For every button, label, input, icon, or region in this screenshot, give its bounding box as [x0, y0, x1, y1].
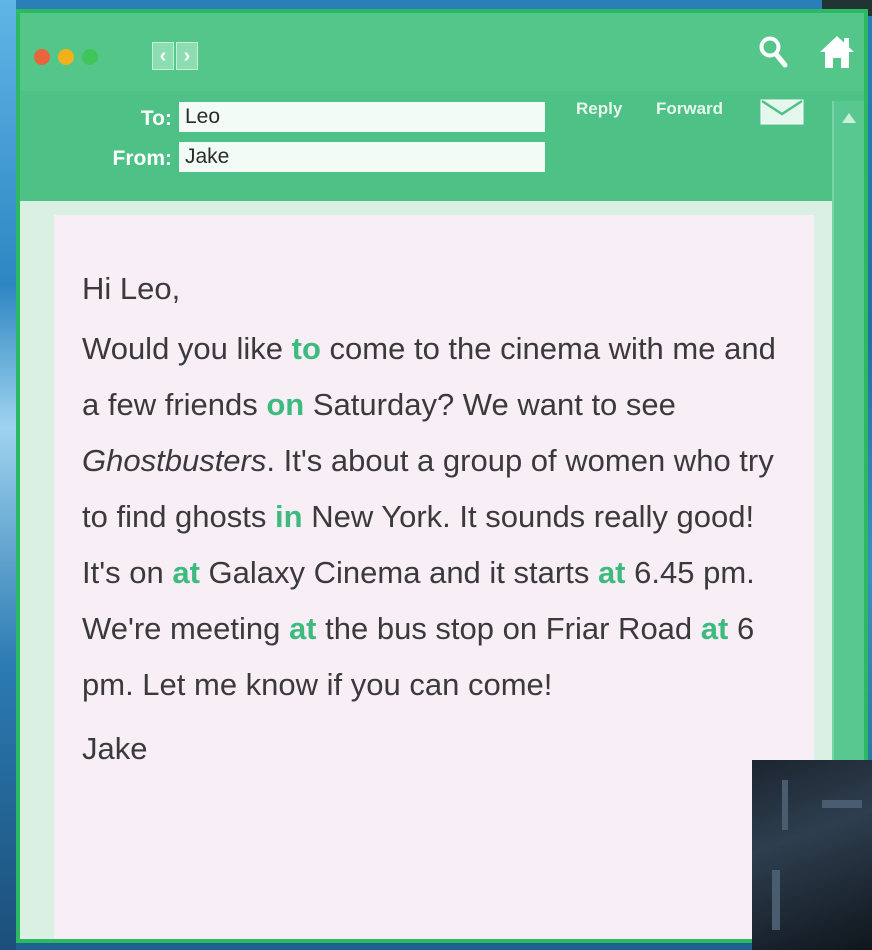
back-button[interactable]: ‹	[152, 42, 174, 70]
message-segment: Saturday? We want to see	[304, 387, 676, 422]
highlighted-word: at	[597, 555, 626, 590]
from-field[interactable]: Jake	[179, 142, 545, 172]
highlighted-word: at	[288, 611, 317, 646]
to-field[interactable]: Leo	[179, 102, 545, 132]
title-bar: ‹ ›	[20, 13, 864, 91]
chevron-right-icon: ›	[183, 45, 191, 67]
home-icon[interactable]	[818, 33, 856, 71]
scroll-up-icon[interactable]	[842, 113, 856, 123]
from-label: From:	[112, 147, 173, 170]
reply-button[interactable]: Reply	[576, 99, 622, 119]
maximize-window-button[interactable]	[82, 49, 98, 65]
forward-nav-button[interactable]: ›	[176, 42, 198, 70]
minimize-window-button[interactable]	[58, 49, 74, 65]
search-icon[interactable]	[758, 35, 788, 69]
movie-title: Ghostbusters	[82, 443, 267, 478]
message-segment: Galaxy Cinema and it starts	[199, 555, 598, 590]
email-window: ‹ › To: Leo From: Jake Reply Forward Hi …	[16, 9, 868, 943]
to-label: To:	[140, 107, 172, 130]
highlighted-word: on	[266, 387, 305, 422]
message-header: To: Leo From: Jake Reply Forward	[20, 91, 864, 201]
greeting: Hi Leo,	[82, 271, 181, 306]
highlighted-word: at	[700, 611, 729, 646]
close-window-button[interactable]	[34, 49, 50, 65]
message-segment: Would you like	[82, 331, 292, 366]
message-panel: Hi Leo, Would you like to come to the ci…	[20, 201, 832, 939]
forward-button[interactable]: Forward	[656, 99, 723, 119]
chevron-left-icon: ‹	[159, 45, 167, 67]
highlighted-word: in	[275, 499, 303, 534]
background-left-edge	[0, 0, 16, 950]
envelope-icon[interactable]	[760, 99, 804, 125]
message-segment: the bus stop on Friar Road	[316, 611, 701, 646]
message-body: Hi Leo, Would you like to come to the ci…	[54, 215, 814, 939]
background-photo	[752, 760, 872, 950]
signature: Jake	[82, 731, 148, 766]
message-text: Would you like to come to the cinema wit…	[82, 321, 784, 713]
highlighted-word: at	[172, 555, 200, 590]
highlighted-word: to	[291, 331, 321, 366]
